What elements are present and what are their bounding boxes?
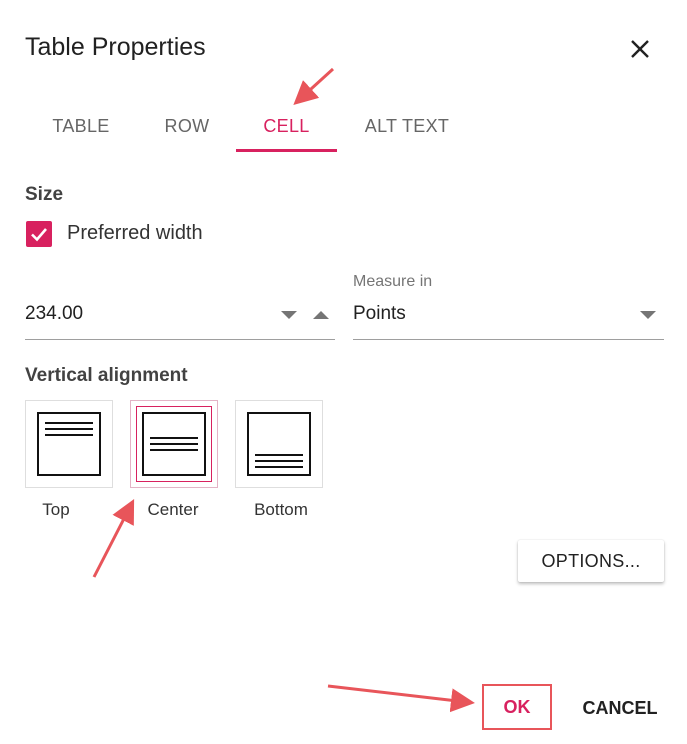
align-bottom-button[interactable]	[235, 400, 323, 488]
align-bottom-label: Bottom	[254, 500, 308, 519]
checkmark-icon	[31, 228, 47, 242]
preferred-width-value[interactable]: 234.00	[25, 303, 83, 325]
arrow-to-center-option	[92, 498, 135, 578]
align-top-label: Top	[42, 500, 70, 519]
spin-up-icon[interactable]	[312, 308, 330, 320]
arrow-to-cell-tab	[293, 67, 335, 106]
preferred-width-label: Preferred width	[67, 222, 203, 244]
align-bottom-icon	[247, 412, 311, 476]
chevron-down-icon	[639, 308, 657, 320]
table-properties-dialog: Table Properties TABLE ROW CELL ALT TEXT…	[0, 0, 687, 744]
tab-table[interactable]: TABLE	[31, 100, 131, 152]
tab-bar: TABLE ROW CELL ALT TEXT	[25, 100, 665, 152]
tab-row[interactable]: ROW	[147, 100, 227, 152]
spin-down-icon[interactable]	[280, 308, 298, 320]
arrow-to-ok-button	[327, 684, 475, 713]
close-icon[interactable]	[627, 36, 653, 62]
cancel-button[interactable]: CANCEL	[572, 686, 668, 730]
ok-button[interactable]: OK	[482, 684, 552, 730]
preferred-width-input[interactable]: 234.00	[25, 294, 335, 340]
align-top-icon	[37, 412, 101, 476]
dialog-title: Table Properties	[25, 33, 206, 61]
active-tab-indicator	[236, 149, 337, 152]
align-center-label: Center	[147, 500, 199, 519]
tab-alt-text[interactable]: ALT TEXT	[347, 100, 467, 152]
preferred-width-checkbox[interactable]	[26, 221, 52, 247]
tab-cell[interactable]: CELL	[236, 100, 337, 152]
measure-in-label: Measure in	[353, 273, 433, 290]
align-center-button[interactable]	[130, 400, 218, 488]
align-top-button[interactable]	[25, 400, 113, 488]
options-button[interactable]: OPTIONS...	[518, 540, 664, 582]
align-center-icon	[142, 412, 206, 476]
measure-in-dropdown[interactable]: Points	[353, 294, 664, 340]
vertical-alignment-heading: Vertical alignment	[25, 365, 188, 386]
size-heading: Size	[25, 184, 64, 205]
measure-in-value: Points	[353, 303, 406, 324]
